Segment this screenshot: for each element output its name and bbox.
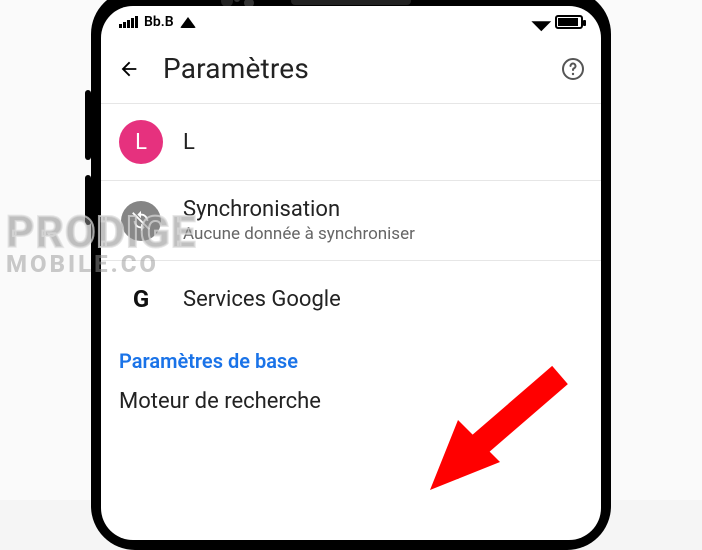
- side-button: [85, 90, 91, 160]
- wifi-icon: [180, 17, 196, 28]
- status-bar: Bb.B: [101, 6, 601, 38]
- cellular-signal-icon: [119, 16, 138, 28]
- help-button[interactable]: [559, 55, 587, 83]
- phone-frame: Bb.B Paramètres: [91, 0, 611, 550]
- earpiece-speaker: [291, 0, 411, 5]
- carrier-label: Bb.B: [144, 14, 174, 30]
- help-icon: [561, 57, 585, 81]
- google-services-row[interactable]: G Services Google: [101, 261, 601, 337]
- back-button[interactable]: [115, 55, 143, 83]
- account-name: L: [183, 130, 583, 155]
- app-header: Paramètres: [101, 38, 601, 103]
- google-g-icon: G: [133, 285, 149, 313]
- sync-off-icon: [121, 201, 161, 241]
- search-engine-row[interactable]: Moteur de recherche: [101, 379, 601, 434]
- sync-row[interactable]: Synchronisation Aucune donnée à synchron…: [101, 181, 601, 260]
- arrow-left-icon: [118, 58, 140, 80]
- location-send-icon: [531, 11, 551, 31]
- battery-icon: [555, 15, 583, 29]
- avatar: L: [119, 120, 163, 164]
- search-engine-label: Moteur de recherche: [119, 389, 321, 414]
- screen: Bb.B Paramètres: [101, 6, 601, 540]
- page-title: Paramètres: [163, 52, 539, 85]
- section-basic-params: Paramètres de base: [101, 337, 601, 379]
- google-services-label: Services Google: [183, 287, 583, 312]
- sync-label: Synchronisation: [183, 197, 583, 222]
- side-button: [85, 175, 91, 225]
- account-row[interactable]: L L: [101, 104, 601, 180]
- avatar-initial: L: [135, 130, 147, 155]
- sync-sublabel: Aucune donnée à synchroniser: [183, 224, 583, 244]
